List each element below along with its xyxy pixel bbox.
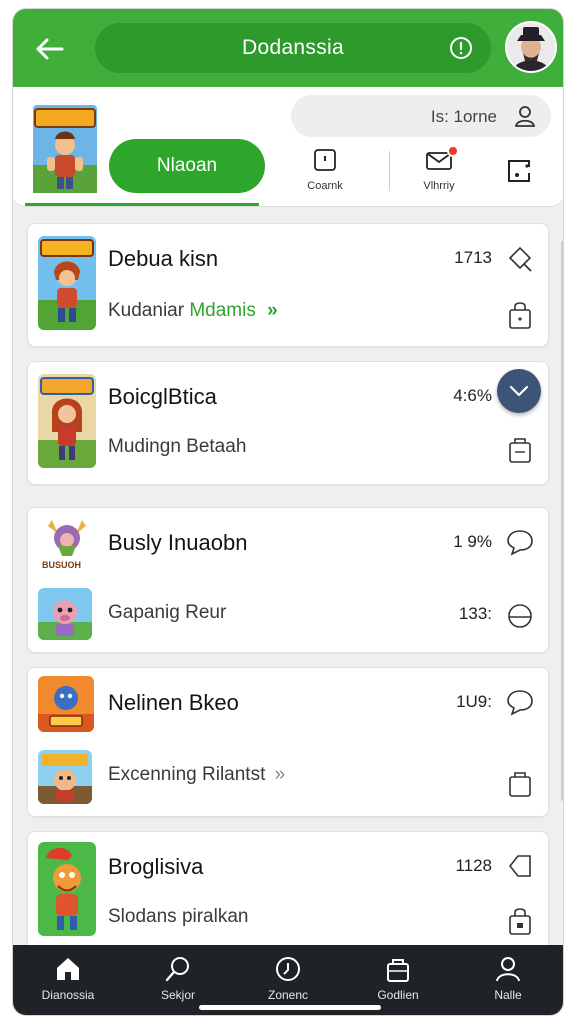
profile-icon <box>496 957 520 982</box>
chat-bubble-icon[interactable] <box>506 528 534 561</box>
game-logo[interactable] <box>33 105 97 193</box>
tag-icon[interactable] <box>506 852 534 885</box>
list-item[interactable]: Nelinen Bkeo Excenning Rilantst » 1U9: <box>27 667 549 817</box>
bag-icon <box>387 959 409 982</box>
item-value: 1128 <box>455 856 492 875</box>
messages-button[interactable]: Vlhrriy <box>403 145 475 192</box>
item-title: Busly Inuaobn <box>108 530 248 555</box>
back-button[interactable] <box>31 31 67 67</box>
item-thumbnail-small <box>38 676 94 732</box>
search-icon[interactable] <box>506 244 534 277</box>
double-chevron-icon: » <box>274 764 286 785</box>
item-thumbnail <box>38 374 96 468</box>
messages-label: Vlhrriy <box>423 180 455 192</box>
item-subtitle: Kudaniar Mdamis » <box>108 300 278 322</box>
item-title: Nelinen Bkeo <box>108 690 239 715</box>
notification-dot <box>447 145 459 157</box>
item-subtitle: Gapanig Reur <box>108 602 227 623</box>
item-value: 1713 <box>454 248 492 267</box>
scrollbar[interactable] <box>561 241 563 801</box>
item-subtitle: Mudingn Betaah <box>108 436 247 457</box>
item-value: 1 9% <box>453 532 492 551</box>
lock-icon[interactable] <box>506 906 534 941</box>
game-logo-image <box>33 105 97 193</box>
divider <box>389 151 390 191</box>
note-button[interactable]: Coarnk <box>289 147 361 192</box>
nav-item-home[interactable]: Dianossia <box>13 945 123 1015</box>
nav-label-home: Dianossia <box>41 988 95 1002</box>
home-indicator <box>199 1005 381 1010</box>
list-item[interactable]: BUSUOH Busly Inuaobn Gapanig Reur 1 9% 1… <box>27 507 549 653</box>
list-item[interactable]: Debua kisn Kudaniar Mdamis » 1713 <box>27 223 549 347</box>
item-value: 1U9: <box>456 692 492 711</box>
info-icon <box>450 37 472 59</box>
thumbnail-caption: BUSUOH <box>42 560 82 570</box>
item-subtitle: Excenning Rilantst » <box>108 764 285 786</box>
primary-button[interactable]: Nlaoan <box>109 139 265 193</box>
arrow-left-icon <box>36 38 64 60</box>
user-icon[interactable] <box>513 104 537 133</box>
chat-bubble-icon[interactable] <box>506 688 534 721</box>
item-title: Debua kisn <box>108 246 219 271</box>
item-thumbnail <box>38 750 92 804</box>
item-subtitle-link[interactable]: Mdamis <box>189 300 256 321</box>
info-button[interactable] <box>449 36 473 60</box>
clock-icon <box>276 957 300 981</box>
scan-icon <box>508 160 533 182</box>
item-value-secondary: 133: <box>458 604 492 623</box>
item-thumbnail-small: BUSUOH <box>38 516 96 572</box>
active-tab-indicator <box>25 203 259 206</box>
item-subtitle-text: Kudaniar <box>108 300 185 321</box>
nav-label-bag: Godlien <box>377 988 419 1002</box>
nav-label-profile: Nalle <box>494 988 522 1002</box>
list-item[interactable]: BoicglBtica Mudingn Betaah 4:6% <box>27 361 549 485</box>
item-thumbnail <box>38 588 92 640</box>
item-title: BoicglBtica <box>108 384 217 409</box>
search-text: Is: 1orne <box>430 107 497 126</box>
app-bar: Dodanssia <box>13 9 563 87</box>
nav-label-search: Sekjor <box>160 988 195 1002</box>
avatar[interactable] <box>505 21 557 73</box>
lock-icon[interactable] <box>506 300 534 335</box>
nav-label-clock: Zonenc <box>267 988 309 1002</box>
list-item[interactable]: Broglisiva Slodans piralkan 1128 <box>27 831 549 961</box>
item-subtitle-text: Excenning Rilantst <box>108 764 266 785</box>
item-title: Broglisiva <box>108 854 204 879</box>
expand-button[interactable] <box>497 369 541 413</box>
app-frame: Dodanssia Is: 1orne Nlaoan Coarnk Vlhrri… <box>12 8 564 1016</box>
scan-button[interactable] <box>483 157 555 190</box>
chevron-down-icon <box>509 385 529 397</box>
nav-item-profile[interactable]: Nalle <box>453 945 563 1015</box>
search-bar[interactable]: Is: 1orne <box>291 95 551 137</box>
bag-icon[interactable] <box>506 768 534 803</box>
header-panel: Is: 1orne Nlaoan Coarnk Vlhrriy <box>13 87 563 207</box>
title-pill: Dodanssia <box>95 23 491 73</box>
item-subtitle: Slodans piralkan <box>108 906 249 927</box>
item-value: 4:6% <box>453 386 492 405</box>
item-thumbnail <box>38 236 96 330</box>
app-title: Dodanssia <box>242 36 344 59</box>
globe-icon[interactable] <box>506 602 534 635</box>
search-icon <box>165 957 189 982</box>
note-icon <box>314 149 336 171</box>
item-thumbnail <box>38 842 96 936</box>
avatar-image <box>507 23 555 71</box>
home-icon <box>57 958 79 980</box>
double-chevron-icon: » <box>267 300 278 321</box>
bag-icon[interactable] <box>506 434 534 469</box>
note-label: Coarnk <box>307 180 343 192</box>
